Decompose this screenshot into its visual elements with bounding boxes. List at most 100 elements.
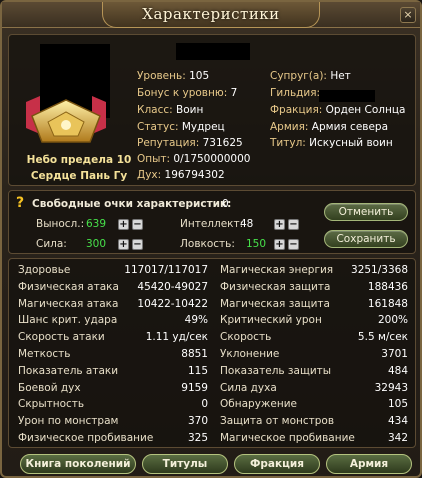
stat-row-left-6: Показатель атаки 115 — [18, 363, 208, 379]
army-button[interactable]: Армия — [326, 454, 412, 474]
stat-name: Критический урон — [220, 314, 322, 327]
free-points-value: 0 — [222, 198, 229, 210]
faction-row: Фракция: Орден Солнца — [270, 104, 406, 116]
stat-name: Скорость — [220, 331, 272, 344]
rank-line-2: Сердце Пань Гу — [30, 170, 128, 182]
stat-row-right-6: Показатель защиты 484 — [220, 363, 408, 379]
stat-value: 49% — [184, 314, 208, 327]
intellect-minus-button[interactable]: − — [288, 219, 299, 230]
stat-row-left-2: Магическая атака 10422-10422 — [18, 296, 208, 312]
rank-line-1: Небо предела 10 — [26, 154, 132, 166]
stat-value: 3251/3368 — [351, 264, 408, 276]
spirit-row: Дух: 196794302 — [137, 169, 225, 181]
stat-row-right-7: Сила духа 32943 — [220, 380, 408, 396]
agility-row: Ловкость: — [180, 238, 235, 250]
stamina-value: 639 — [86, 218, 107, 230]
stat-row-left-5: Меткость 8851 — [18, 346, 208, 362]
army-row: Армия: Армия севера — [270, 121, 389, 133]
intellect-value: 48 — [240, 218, 254, 230]
stat-row-left-1: Физическая атака 45420-49027 — [18, 279, 208, 295]
stat-name: Показатель атаки — [18, 364, 119, 377]
stat-name: Здоровье — [18, 264, 71, 276]
stat-name: Шанс крит. удара — [18, 314, 118, 327]
intellect-row: Интеллект: — [180, 218, 244, 230]
stat-value: 10422-10422 — [137, 297, 208, 310]
stat-row-right-3: Критический урон 200% — [220, 312, 408, 328]
cancel-button[interactable]: Отменить — [324, 203, 408, 221]
stat-value: 0 — [201, 398, 208, 411]
stat-row-left-7: Боевой дух 9159 — [18, 380, 208, 396]
stat-name: Урон по монстрам — [18, 415, 119, 428]
stat-name: Физическая защита — [220, 280, 331, 293]
stat-row-left-9: Урон по монстрам 370 — [18, 413, 208, 429]
stat-row-left-10: Физическое пробивание 325 — [18, 430, 208, 446]
intellect-plus-button[interactable]: + — [274, 219, 285, 230]
stat-row-right-4: Скорость 5.5 м/сек — [220, 329, 408, 345]
class-row: Класс: Воин — [137, 104, 204, 116]
guild-row: Гильдия: — [270, 87, 321, 99]
strength-value: 300 — [86, 238, 107, 250]
stat-row-left-4: Скорость атаки 1.11 уд/сек — [18, 329, 208, 345]
stat-value: 434 — [387, 415, 408, 428]
stat-value: 188436 — [367, 280, 408, 293]
titles-button[interactable]: Титулы — [142, 454, 228, 474]
stat-name: Физическое пробивание — [18, 432, 154, 444]
stat-row-right-10: Магическое пробивание 342 — [220, 430, 408, 446]
stat-value: 117017/117017 — [124, 264, 208, 276]
spouse-row: Супруг(а): Нет — [270, 70, 351, 82]
title-bar[interactable]: Характеристики × — [2, 2, 420, 28]
stamina-row: Выносл.: — [36, 218, 85, 230]
stat-name: Скорость атаки — [18, 331, 105, 344]
stat-row-left-0: Здоровье 117017/117017 — [18, 262, 208, 278]
status-row: Статус: Мудрец — [137, 121, 225, 133]
stat-row-right-9: Защита от монстров 434 — [220, 413, 408, 429]
stat-value: 161848 — [367, 297, 408, 310]
stat-value: 342 — [387, 432, 408, 444]
agility-minus-button[interactable]: − — [288, 239, 299, 250]
rank-emblem-icon — [26, 96, 106, 143]
agility-value: 150 — [246, 238, 267, 250]
stat-row-left-3: Шанс крит. удара 49% — [18, 312, 208, 328]
faction-button[interactable]: Фракция — [234, 454, 320, 474]
stat-row-right-1: Физическая защита 188436 — [220, 279, 408, 295]
strength-plus-button[interactable]: + — [118, 239, 129, 250]
stat-row-right-5: Уклонение 3701 — [220, 346, 408, 362]
level-row: Уровень: 105 — [137, 70, 210, 82]
stat-name: Магическая атака — [18, 297, 119, 310]
strength-minus-button[interactable]: − — [132, 239, 143, 250]
level-bonus-row: Бонус к уровню: 7 — [137, 87, 238, 99]
window-title: Характеристики — [102, 2, 320, 28]
stat-value: 32943 — [374, 381, 408, 394]
close-button[interactable]: × — [400, 7, 416, 23]
title-row: Титул: Искусный воин — [270, 137, 393, 149]
stat-name: Сила духа — [220, 381, 277, 394]
character-window: Характеристики × Небо предела 10 Сердце … — [0, 0, 422, 478]
experience-row: Опыт: 0/1750000000 — [137, 153, 251, 165]
stat-value: 105 — [387, 398, 408, 411]
stamina-minus-button[interactable]: − — [132, 219, 143, 230]
stat-value: 3701 — [381, 348, 408, 360]
stat-value: 8851 — [181, 348, 208, 360]
stat-name: Скрытность — [18, 398, 85, 411]
stat-name: Боевой дух — [18, 381, 81, 394]
generations-book-button[interactable]: Книга поколений — [20, 454, 136, 474]
character-name-redacted — [176, 43, 250, 60]
help-question-icon[interactable]: ? — [16, 196, 28, 210]
stat-name: Магическая энергия — [220, 264, 334, 276]
stat-value: 9159 — [181, 381, 208, 394]
free-points-row: Свободные очки характеристик: — [32, 198, 232, 210]
stamina-plus-button[interactable]: + — [118, 219, 129, 230]
stat-value: 115 — [187, 364, 208, 377]
stat-name: Физическая атака — [18, 280, 119, 293]
stat-value: 325 — [187, 432, 208, 444]
stat-name: Показатель защиты — [220, 364, 332, 377]
stat-value: 200% — [377, 314, 408, 327]
agility-plus-button[interactable]: + — [274, 239, 285, 250]
stat-name: Магическая защита — [220, 297, 330, 310]
stat-row-right-8: Обнаружение 105 — [220, 396, 408, 412]
stat-name: Уклонение — [220, 348, 280, 360]
reputation-row: Репутация: 731625 — [137, 137, 243, 149]
save-button[interactable]: Сохранить — [324, 230, 408, 248]
stat-value: 484 — [387, 364, 408, 377]
stat-name: Магическое пробивание — [220, 432, 355, 444]
